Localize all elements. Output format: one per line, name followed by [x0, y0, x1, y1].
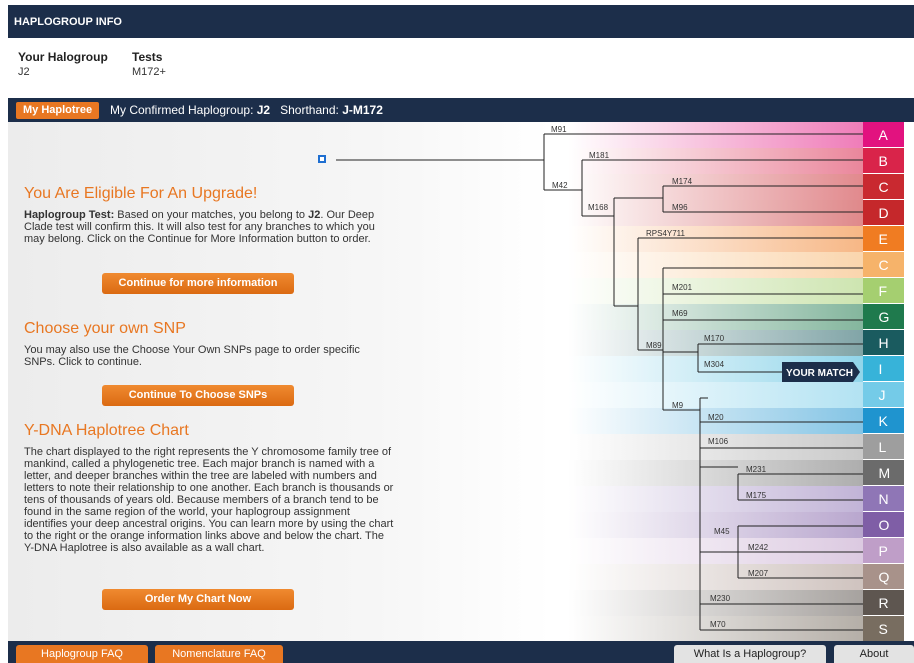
upgrade-title: You Are Eligible For An Upgrade! — [24, 185, 258, 202]
confirmed-haplogroup: My Confirmed Haplogroup: J2 Shorthand: J… — [110, 103, 383, 117]
haplogroup-band — [568, 538, 863, 564]
node-label: M91 — [551, 125, 567, 134]
haplogroup-letter[interactable]: B — [879, 153, 888, 169]
haplogroup-info-panel: Your Halogroup J2 Tests M172+ — [8, 38, 914, 90]
node-label: M242 — [748, 543, 769, 552]
root-marker-inner — [320, 157, 324, 161]
tests-value: M172+ — [132, 66, 166, 78]
haplogroup-band — [568, 174, 863, 200]
footer-bar: Haplogroup FAQ Nomenclature FAQ What Is … — [8, 641, 914, 663]
haplogroup-letter[interactable]: G — [879, 309, 890, 325]
continue-choose-snps-button[interactable]: Continue To Choose SNPs — [102, 385, 294, 406]
haplogroup-letter[interactable]: Q — [879, 569, 890, 585]
haplogroup-band — [568, 226, 863, 252]
header-title: HAPLOGROUP INFO — [14, 16, 122, 28]
halogroup-column: Your Halogroup J2 — [18, 50, 108, 78]
chart-section: Y-DNA Haplotree Chart The chart displaye… — [24, 422, 394, 554]
node-label: M304 — [704, 360, 725, 369]
haplogroup-letter[interactable]: L — [879, 439, 887, 455]
node-label: M181 — [589, 151, 610, 160]
shorthand-value: J-M172 — [342, 103, 383, 117]
haplogroup-letters: ABCDECFGHIJKLMNOPQRST — [863, 122, 904, 641]
haplogroup-letter[interactable]: M — [879, 465, 891, 481]
node-label: M42 — [552, 181, 568, 190]
confirmed-value: J2 — [256, 103, 271, 117]
haplogroup-band — [568, 304, 863, 330]
node-label: M20 — [708, 413, 724, 422]
node-label: M174 — [672, 177, 693, 186]
haplogroup-letter[interactable]: O — [879, 517, 890, 533]
haplogroup-band — [568, 148, 863, 174]
tab-my-haplotree[interactable]: My Haplotree — [16, 102, 100, 119]
haplotree-main: M91 M181 M42 M174 M168 M96 RPS4Y711 M201… — [8, 122, 914, 641]
chart-text: The chart displayed to the right represe… — [24, 446, 394, 554]
your-match-badge[interactable]: YOUR MATCH — [782, 362, 860, 382]
haplogroup-band — [568, 252, 863, 278]
your-match-label: YOUR MATCH — [786, 368, 853, 379]
nomenclature-faq-link[interactable]: Nomenclature FAQ — [155, 645, 283, 663]
node-label: M70 — [710, 620, 726, 629]
shorthand-label: Shorthand: — [280, 103, 339, 117]
haplogroup-band — [568, 486, 863, 512]
snp-text: You may also use the Choose Your Own SNP… — [24, 344, 360, 368]
haplogroup-band — [568, 200, 863, 226]
haplogroup-band — [568, 122, 863, 148]
confirmed-label: My Confirmed Haplogroup: — [110, 103, 254, 117]
node-label: M230 — [710, 594, 731, 603]
haplogroup-band — [568, 460, 863, 486]
tests-column: Tests M172+ — [132, 50, 166, 78]
haplogroup-band — [568, 564, 863, 590]
upgrade-section: You Are Eligible For An Upgrade! Haplogr… — [24, 185, 394, 245]
upgrade-bold-value: J2 — [308, 209, 321, 221]
haplogroup-letter[interactable]: C — [879, 257, 889, 273]
node-label: M207 — [748, 569, 769, 578]
haplogroup-letter[interactable]: H — [879, 335, 889, 351]
node-label: M45 — [714, 527, 730, 536]
snp-title: Choose your own SNP — [24, 320, 186, 337]
haplogroup-letter[interactable]: P — [879, 543, 888, 559]
upgrade-text-before: Based on your matches, you belong to — [114, 209, 309, 221]
halogroup-label: Your Halogroup — [18, 50, 108, 64]
node-label: M170 — [704, 334, 725, 343]
tests-label: Tests — [132, 50, 163, 64]
node-label: M96 — [672, 203, 688, 212]
haplogroup-letter[interactable]: N — [879, 491, 889, 507]
node-label: M9 — [672, 401, 684, 410]
node-label: M168 — [588, 203, 609, 212]
what-is-haplogroup-link[interactable]: What Is a Haplogroup? — [674, 645, 826, 663]
about-link[interactable]: About — [834, 645, 914, 663]
haplogroup-letter[interactable]: F — [879, 283, 888, 299]
haplogroup-letter[interactable]: E — [879, 231, 888, 247]
node-label: M106 — [708, 437, 729, 446]
node-label: M201 — [672, 283, 693, 292]
haplogroup-letter[interactable]: R — [879, 595, 889, 611]
node-label: RPS4Y711 — [646, 229, 686, 238]
haplogroup-band — [568, 278, 863, 304]
node-label: M175 — [746, 491, 767, 500]
haplotree-header: My Haplotree My Confirmed Haplogroup: J2… — [8, 98, 914, 122]
node-label: M231 — [746, 465, 767, 474]
haplogroup-letter[interactable]: S — [879, 621, 888, 637]
haplogroup-box-i[interactable] — [863, 356, 904, 381]
haplogroup-letter[interactable]: I — [879, 361, 883, 377]
haplogroup-band — [568, 382, 863, 408]
haplogroup-letter[interactable]: C — [879, 179, 889, 195]
haplogroup-letter[interactable]: A — [879, 127, 889, 143]
upgrade-text: Haplogroup Test: Based on your matches, … — [24, 209, 394, 245]
haplogroup-faq-link[interactable]: Haplogroup FAQ — [16, 645, 148, 663]
haplogroup-letter[interactable]: J — [879, 387, 886, 403]
node-label: M69 — [672, 309, 688, 318]
node-label: M89 — [646, 341, 662, 350]
upgrade-lead: Haplogroup Test: — [24, 209, 115, 221]
continue-more-info-button[interactable]: Continue for more information — [102, 273, 294, 294]
haplogroup-letter[interactable]: K — [879, 413, 889, 429]
snp-section: Choose your own SNP You may also use the… — [24, 320, 394, 368]
haplogroup-letter[interactable]: D — [879, 205, 889, 221]
chart-title: Y-DNA Haplotree Chart — [24, 422, 189, 439]
header-bar: HAPLOGROUP INFO — [8, 5, 914, 38]
halogroup-value: J2 — [18, 66, 30, 78]
order-chart-button[interactable]: Order My Chart Now — [102, 589, 294, 610]
